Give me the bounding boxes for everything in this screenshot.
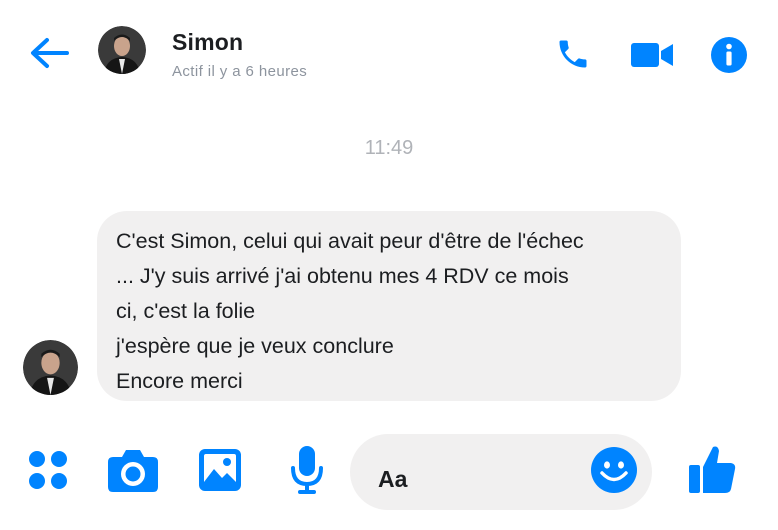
more-apps-icon: [29, 451, 67, 489]
info-button[interactable]: [708, 34, 750, 76]
message-input-placeholder: Aa: [378, 466, 408, 492]
voice-message-button[interactable]: [288, 443, 326, 497]
more-actions-button[interactable]: [24, 446, 72, 494]
microphone-icon: [291, 446, 323, 494]
avatar[interactable]: [98, 26, 146, 74]
message-line: ci, c'est la folie: [116, 299, 256, 323]
message-line: Encore merci: [116, 369, 243, 393]
message-line: ... J'y suis arrivé j'ai obtenu mes 4 RD…: [116, 264, 569, 288]
emoji-button[interactable]: [589, 445, 639, 495]
contact-status: Actif il y a 6 heures: [172, 63, 308, 80]
image-icon: [199, 449, 241, 491]
message-timestamp: 11:49: [364, 137, 414, 159]
call-button[interactable]: [553, 34, 593, 74]
thumbs-up-icon: [689, 446, 736, 493]
phone-icon: [559, 40, 587, 68]
smiley-icon: [591, 447, 637, 493]
video-call-button[interactable]: [629, 36, 675, 74]
message-bubble[interactable]: C'est Simon, celui qui avait peur d'être…: [97, 211, 681, 401]
info-icon: [711, 37, 747, 73]
sender-avatar[interactable]: [23, 340, 78, 395]
like-button[interactable]: [686, 442, 738, 496]
message-line: C'est Simon, celui qui avait peur d'être…: [116, 229, 584, 253]
contact-name[interactable]: Simon: [172, 29, 243, 56]
back-button[interactable]: [26, 30, 72, 76]
gallery-button[interactable]: [196, 446, 244, 494]
camera-icon: [108, 450, 158, 492]
message-line: j'espère que je veux conclure: [116, 334, 394, 358]
arrow-left-icon: [31, 38, 69, 68]
camera-button[interactable]: [106, 445, 160, 495]
video-camera-icon: [631, 43, 673, 67]
